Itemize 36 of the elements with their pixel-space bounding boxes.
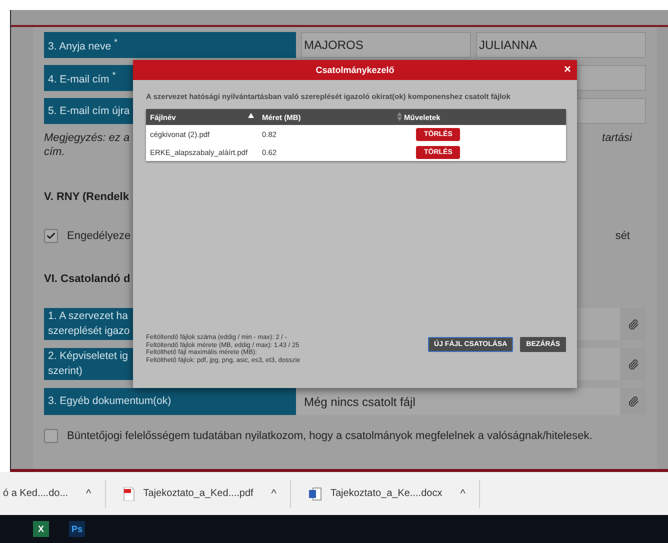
attachment-label: 3. Egyéb dokumentum(ok) xyxy=(44,388,296,415)
section-heading: V. RNY (Rendelk xyxy=(44,191,129,203)
attach-button[interactable] xyxy=(620,388,646,415)
attach-button[interactable] xyxy=(620,308,646,340)
pdf-file-icon xyxy=(123,486,136,500)
attachment-field: Még nincs csatolt fájl xyxy=(296,388,620,415)
attach-button[interactable] xyxy=(620,348,646,380)
sort-icon xyxy=(397,112,402,121)
sort-up-icon xyxy=(248,113,254,119)
paperclip-icon xyxy=(628,358,638,370)
download-item[interactable]: Tajekoztato_a_Ked....pdf xyxy=(143,488,254,499)
text-field[interactable]: MAJOROS xyxy=(301,32,471,58)
paperclip-icon xyxy=(628,396,638,407)
caret-button[interactable]: ^ xyxy=(271,488,276,500)
checkbox[interactable] xyxy=(44,229,58,243)
download-item[interactable]: ó a Ked....do... xyxy=(3,488,68,499)
app-icon[interactable]: Ps xyxy=(69,521,85,537)
download-item[interactable]: Tajekoztato_a_Ke....docx xyxy=(330,488,442,499)
check-icon xyxy=(46,231,56,241)
caret-button[interactable]: ^ xyxy=(460,488,466,500)
note-text: cím. xyxy=(44,146,65,158)
paperclip-icon xyxy=(628,318,638,330)
close-button[interactable]: × xyxy=(564,63,571,76)
checkbox-label: Büntetőjogi felelősségem tudatában nyilatkozom, hogy a csatolmányok megfelelnek a valóságnak/hitelesek. xyxy=(67,430,592,442)
checkbox[interactable] xyxy=(44,429,58,443)
dialog-title: Csatolmánykezelő xyxy=(316,65,394,75)
text-field[interactable]: JULIANNA xyxy=(476,32,646,58)
app-icon[interactable]: X xyxy=(33,521,49,537)
note-text: tartási xyxy=(602,131,632,145)
document-file-icon xyxy=(308,486,322,500)
field-label: 3. Anyja neve $^{*}$ xyxy=(44,32,296,58)
caret-button[interactable]: ^ xyxy=(86,488,92,500)
checkbox-label: Engedélyeze xyxy=(67,230,131,242)
note-text: Megjegyzés: ez a xyxy=(44,131,130,145)
checkbox-label: sét xyxy=(615,230,630,242)
section-heading: VI. Csatolandó d xyxy=(44,273,130,285)
